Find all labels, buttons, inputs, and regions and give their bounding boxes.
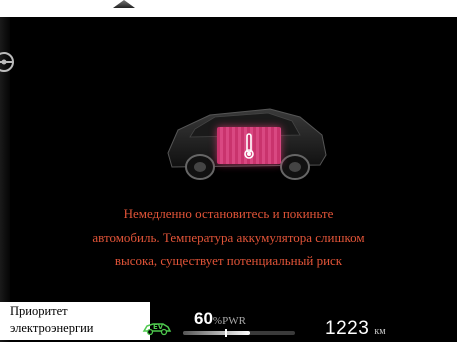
- top-bar: [0, 0, 457, 17]
- power-bar: [183, 331, 295, 335]
- power-value: 60: [194, 309, 213, 328]
- power-bar-fill: [183, 331, 251, 335]
- steering-wheel-icon: [0, 52, 14, 72]
- warning-line-1: Немедленно остановитесь и покиньте: [123, 206, 334, 221]
- drive-mode-line-2: электроэнергии: [10, 321, 94, 335]
- svg-text:EV: EV: [153, 323, 164, 331]
- power-unit: %PWR: [212, 315, 246, 327]
- thermometer-icon: [244, 133, 254, 159]
- power-bar-marker: [225, 329, 227, 337]
- drive-mode-line-1: Приоритет: [10, 304, 68, 318]
- battery-temperature-warning: Немедленно остановитесь и покиньте автом…: [40, 202, 417, 273]
- power-readout: 60%PWR: [194, 309, 246, 329]
- drive-mode-label: Приоритет электроэнергии: [10, 303, 140, 337]
- range-value: 1223: [325, 318, 370, 339]
- range-readout: 1223 км: [325, 318, 386, 340]
- range-unit: км: [374, 326, 386, 337]
- warning-line-2: автомобиль. Температура аккумулятора сли…: [92, 229, 365, 245]
- warning-line-3: высока, существует потенциальный риск: [114, 253, 343, 268]
- ev-car-icon: EV: [142, 323, 172, 336]
